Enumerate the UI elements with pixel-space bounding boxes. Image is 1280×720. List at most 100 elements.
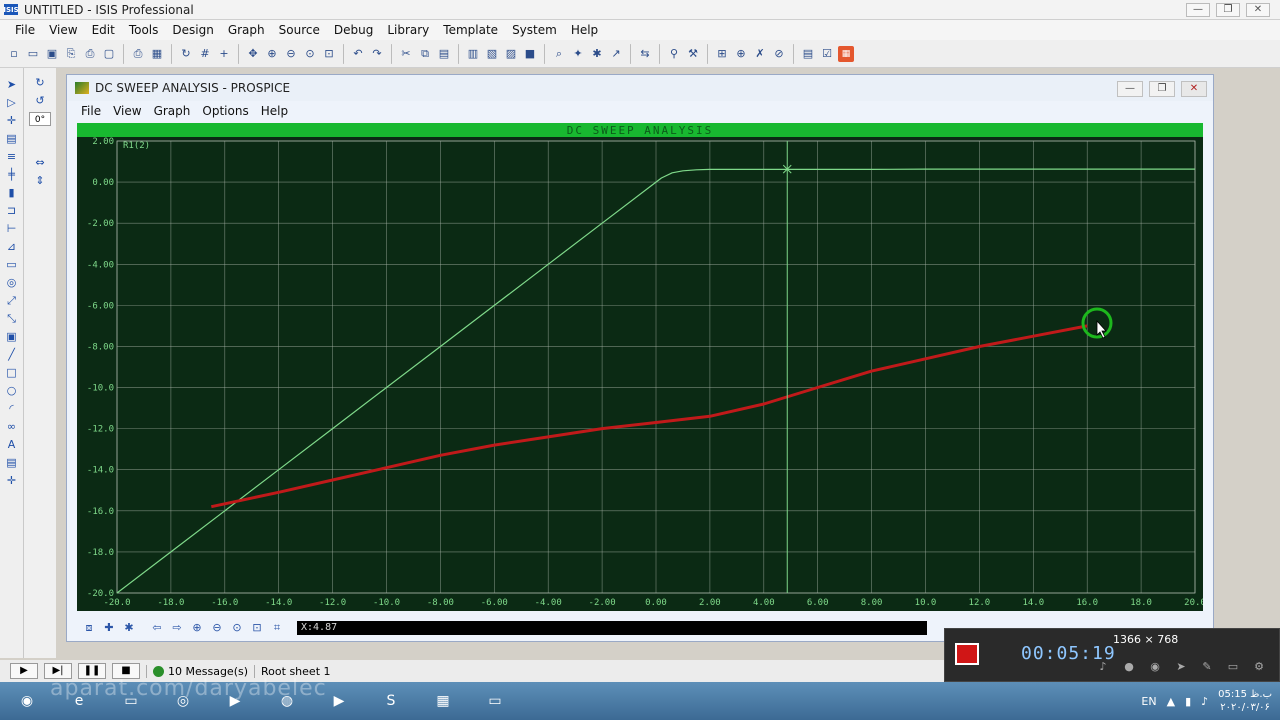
- decompose-icon[interactable]: ↗: [608, 46, 624, 62]
- cut-icon[interactable]: ✂: [398, 46, 414, 62]
- circle-tool-icon[interactable]: ○: [5, 384, 19, 398]
- block-move-icon[interactable]: ▧: [484, 46, 500, 62]
- prospice-close-button[interactable]: ✕: [1181, 81, 1207, 97]
- redraw-icon[interactable]: ↻: [178, 46, 194, 62]
- prospice-menu-options[interactable]: Options: [196, 104, 254, 118]
- speaker-icon[interactable]: ♪: [1095, 659, 1111, 675]
- zoom-out-graph-icon[interactable]: ⊖: [209, 620, 225, 636]
- mirror-horizontal-icon[interactable]: ⇔: [33, 156, 47, 170]
- text-script-icon[interactable]: ≡: [5, 150, 19, 164]
- simulate-icon[interactable]: ✱: [121, 620, 137, 636]
- ares-netlist-icon[interactable]: ▦: [838, 45, 854, 62]
- zoom-all-icon[interactable]: ⊙: [302, 46, 318, 62]
- prospice-restore-button[interactable]: ❐: [1149, 81, 1175, 97]
- tray-arrow-icon[interactable]: ▲: [1167, 695, 1175, 708]
- menu-edit[interactable]: Edit: [85, 23, 122, 37]
- close-button[interactable]: ✕: [1246, 3, 1270, 17]
- new-sheet-icon[interactable]: ⊞: [714, 46, 730, 62]
- device-pins-icon[interactable]: ⊢: [5, 222, 19, 236]
- prospice-menu-view[interactable]: View: [107, 104, 147, 118]
- zoom-area-graph-icon[interactable]: ⊡: [249, 620, 265, 636]
- menu-debug[interactable]: Debug: [327, 23, 380, 37]
- undo-icon[interactable]: ↶: [350, 46, 366, 62]
- subcircuit-icon[interactable]: ▮: [5, 186, 19, 200]
- new-file-icon[interactable]: ▫: [6, 46, 22, 62]
- menu-library[interactable]: Library: [380, 23, 436, 37]
- zoom-in-icon[interactable]: ⊕: [264, 46, 280, 62]
- generator-icon[interactable]: ◎: [5, 276, 19, 290]
- scroll-right-icon[interactable]: ⇨: [169, 620, 185, 636]
- make-device-icon[interactable]: ✦: [570, 46, 586, 62]
- isis-taskbar-icon[interactable]: ▦: [422, 685, 464, 717]
- package-tool-icon[interactable]: ✱: [589, 46, 605, 62]
- junction-dot-icon[interactable]: ✛: [5, 114, 19, 128]
- selection-mode-icon[interactable]: ➤: [5, 78, 19, 92]
- pick-device-icon[interactable]: ⌕: [551, 46, 567, 62]
- block-rotate-icon[interactable]: ▨: [503, 46, 519, 62]
- box-tool-icon[interactable]: □: [5, 366, 19, 380]
- rotation-angle-field[interactable]: 0°: [29, 112, 51, 126]
- close-doc-icon[interactable]: ▢: [101, 46, 117, 62]
- prospice-menu-help[interactable]: Help: [255, 104, 294, 118]
- language-indicator[interactable]: EN: [1141, 695, 1156, 708]
- scroll-left-icon[interactable]: ⇦: [149, 620, 165, 636]
- prospice-menu-graph[interactable]: Graph: [148, 104, 197, 118]
- bill-of-materials-icon[interactable]: ▤: [800, 46, 816, 62]
- clock[interactable]: 05:15 ب.ظ ۲۰۲۰/۰۳/۰۶: [1218, 688, 1272, 714]
- symbol-tool-icon[interactable]: ▤: [5, 456, 19, 470]
- line-tool-icon[interactable]: ╱: [5, 348, 19, 362]
- restore-button[interactable]: ❐: [1216, 3, 1240, 17]
- import-icon[interactable]: ⎘: [63, 46, 79, 62]
- grid-icon[interactable]: #: [197, 46, 213, 62]
- marker-tool-icon[interactable]: ✛: [5, 474, 19, 488]
- minimize-button[interactable]: —: [1186, 3, 1210, 17]
- cursor-icon[interactable]: ➤: [1173, 659, 1189, 675]
- menu-tools[interactable]: Tools: [122, 23, 166, 37]
- window-taskbar-icon[interactable]: ▭: [474, 685, 516, 717]
- text-tool-icon[interactable]: A: [5, 438, 19, 452]
- rotate-ccw-icon[interactable]: ↺: [33, 94, 47, 108]
- block-delete-icon[interactable]: ■: [522, 46, 538, 62]
- save-icon[interactable]: ▣: [44, 46, 60, 62]
- menu-help[interactable]: Help: [564, 23, 605, 37]
- measurement-cursor[interactable]: [782, 141, 792, 593]
- zoom-area-icon[interactable]: ⊡: [321, 46, 337, 62]
- search-tag-icon[interactable]: ⚲: [666, 46, 682, 62]
- trace-label[interactable]: R1(2): [123, 141, 150, 151]
- wire-autorouter-icon[interactable]: ⇆: [637, 46, 653, 62]
- menu-file[interactable]: File: [8, 23, 42, 37]
- play-button[interactable]: ▶: [10, 663, 38, 679]
- skype-icon[interactable]: S: [370, 685, 412, 717]
- microphone-icon[interactable]: ●: [1121, 659, 1137, 675]
- tape-recorder-icon[interactable]: ▭: [5, 258, 19, 272]
- dc-sweep-chart-svg[interactable]: DC SWEEP ANALYSIS 2.00 0.00 -2.00 -4.00 -6.0…: [77, 123, 1203, 611]
- prospice-menu-file[interactable]: File: [75, 104, 107, 118]
- paste-icon[interactable]: ▤: [436, 46, 452, 62]
- voltage-probe-icon[interactable]: ⤢: [5, 294, 19, 308]
- export-icon[interactable]: ⎙: [82, 46, 98, 62]
- zoom-all-graph-icon[interactable]: ⊙: [229, 620, 245, 636]
- webcam-icon[interactable]: ◉: [1147, 659, 1163, 675]
- copy-icon[interactable]: ⧉: [417, 46, 433, 62]
- add-sheet-icon[interactable]: ⊕: [733, 46, 749, 62]
- virtual-instruments-icon[interactable]: ▣: [5, 330, 19, 344]
- buses-icon[interactable]: ╪: [5, 168, 19, 182]
- folder-icon[interactable]: ▭: [1225, 659, 1241, 675]
- menu-source[interactable]: Source: [272, 23, 327, 37]
- zoom-out-icon[interactable]: ⊖: [283, 46, 299, 62]
- mirror-vertical-icon[interactable]: ⇕: [33, 174, 47, 188]
- dc-sweep-graph[interactable]: DC SWEEP ANALYSIS 2.00 0.00 -2.00 -4.00 -6.0…: [77, 123, 1203, 611]
- print-icon[interactable]: ⎙: [130, 46, 146, 62]
- settings-gear-icon[interactable]: ⚙: [1251, 659, 1267, 675]
- area-icon[interactable]: ▦: [149, 46, 165, 62]
- block-copy-icon[interactable]: ▥: [465, 46, 481, 62]
- origin-icon[interactable]: +: [216, 46, 232, 62]
- remove-sheet-icon[interactable]: ✗: [752, 46, 768, 62]
- start-button-icon[interactable]: ◉: [6, 685, 48, 717]
- pan-icon[interactable]: ✥: [245, 46, 261, 62]
- add-trace-icon[interactable]: ✚: [101, 620, 117, 636]
- wire-label-icon[interactable]: ▤: [5, 132, 19, 146]
- pen-icon[interactable]: ✎: [1199, 659, 1215, 675]
- menu-graph[interactable]: Graph: [221, 23, 272, 37]
- property-tool-icon[interactable]: ⚒: [685, 46, 701, 62]
